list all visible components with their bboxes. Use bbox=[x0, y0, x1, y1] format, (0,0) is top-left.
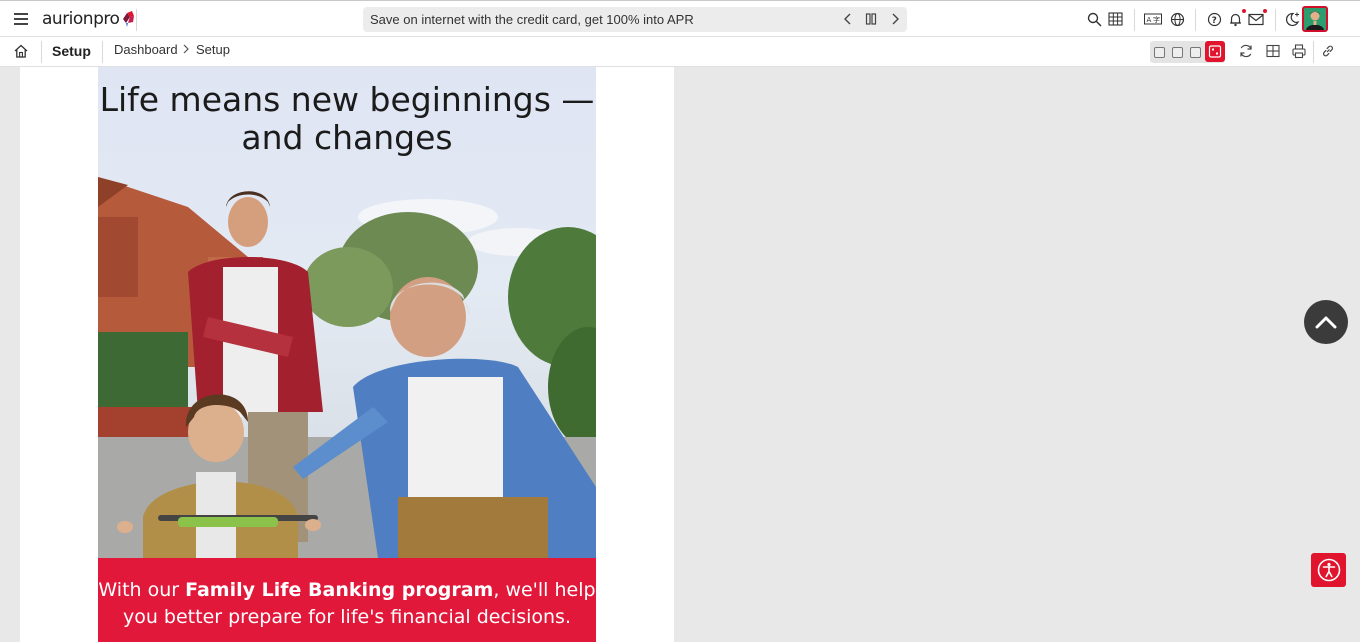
layout-option-2-button[interactable] bbox=[1172, 47, 1183, 58]
divider bbox=[1275, 9, 1276, 31]
layout-option-1-button[interactable] bbox=[1154, 47, 1165, 58]
banner-footer-line-1: With our Family Life Banking program, we… bbox=[98, 579, 596, 601]
search-icon[interactable] bbox=[1085, 10, 1103, 28]
bell-icon[interactable] bbox=[1226, 10, 1244, 28]
translate-icon[interactable]: A字 bbox=[1144, 10, 1162, 28]
layout-option-3-button[interactable] bbox=[1190, 47, 1201, 58]
refresh-icon[interactable] bbox=[1238, 43, 1254, 59]
table-layout-icon[interactable] bbox=[1265, 43, 1281, 59]
mail-notification-dot bbox=[1263, 9, 1267, 13]
divider bbox=[41, 41, 42, 63]
scroll-to-top-button[interactable] bbox=[1304, 300, 1348, 344]
banner-title-line-2: and changes bbox=[241, 118, 453, 157]
footer-program-name: Family Life Banking program bbox=[185, 579, 494, 601]
divider bbox=[1195, 9, 1196, 31]
link-icon[interactable] bbox=[1320, 43, 1336, 59]
logo[interactable]: aurionpro bbox=[42, 9, 137, 29]
divider bbox=[1134, 9, 1135, 31]
ticker-message: Save on internet with the credit card, g… bbox=[370, 12, 694, 27]
bell-notification-dot bbox=[1242, 9, 1246, 13]
divider bbox=[1313, 41, 1314, 63]
mail-icon[interactable] bbox=[1247, 10, 1265, 28]
help-icon[interactable]: ? bbox=[1205, 10, 1223, 28]
breadcrumb-setup: Setup bbox=[196, 42, 230, 57]
logo-mark-icon bbox=[123, 11, 135, 27]
globe-icon[interactable] bbox=[1168, 10, 1186, 28]
divider bbox=[136, 9, 137, 31]
home-icon[interactable] bbox=[13, 43, 29, 59]
footer-suffix: , we'll help bbox=[493, 579, 596, 601]
breadcrumb-separator-icon bbox=[183, 44, 189, 54]
logo-text: aurionpro bbox=[42, 9, 120, 29]
grid-icon[interactable] bbox=[1106, 10, 1124, 28]
banner-title-line-1: Life means new beginnings — bbox=[99, 80, 595, 119]
svg-text:A: A bbox=[1147, 16, 1152, 24]
breadcrumb-dashboard[interactable]: Dashboard bbox=[114, 42, 178, 57]
menu-icon[interactable] bbox=[14, 13, 28, 25]
announcement-ticker: Save on internet with the credit card, g… bbox=[363, 7, 907, 32]
banner-footer: With our Family Life Banking program, we… bbox=[98, 558, 596, 642]
accessibility-button[interactable] bbox=[1311, 553, 1346, 587]
ticker-next-icon[interactable] bbox=[886, 10, 904, 28]
accessibility-icon bbox=[1317, 558, 1340, 582]
ticker-prev-icon[interactable] bbox=[839, 10, 857, 28]
svg-text:?: ? bbox=[1211, 16, 1216, 26]
promo-banner: Life means new beginnings — and changes … bbox=[98, 67, 596, 642]
avatar[interactable] bbox=[1302, 6, 1328, 32]
ticker-pause-icon[interactable] bbox=[862, 10, 880, 28]
divider bbox=[102, 41, 103, 63]
print-icon[interactable] bbox=[1291, 43, 1307, 59]
page-title: Setup bbox=[52, 43, 91, 59]
chevron-up-icon bbox=[1315, 316, 1337, 329]
banner-title: Life means new beginnings — and changes bbox=[98, 81, 596, 157]
svg-text:字: 字 bbox=[1153, 15, 1160, 24]
banner-footer-line-2: you better prepare for life's financial … bbox=[122, 606, 571, 628]
top-bar: aurionpro Save on internet with the cred… bbox=[0, 0, 1360, 37]
theme-toggle-icon[interactable] bbox=[1283, 10, 1301, 28]
footer-prefix: With our bbox=[98, 579, 186, 601]
layout-option-4-button[interactable] bbox=[1205, 41, 1225, 62]
